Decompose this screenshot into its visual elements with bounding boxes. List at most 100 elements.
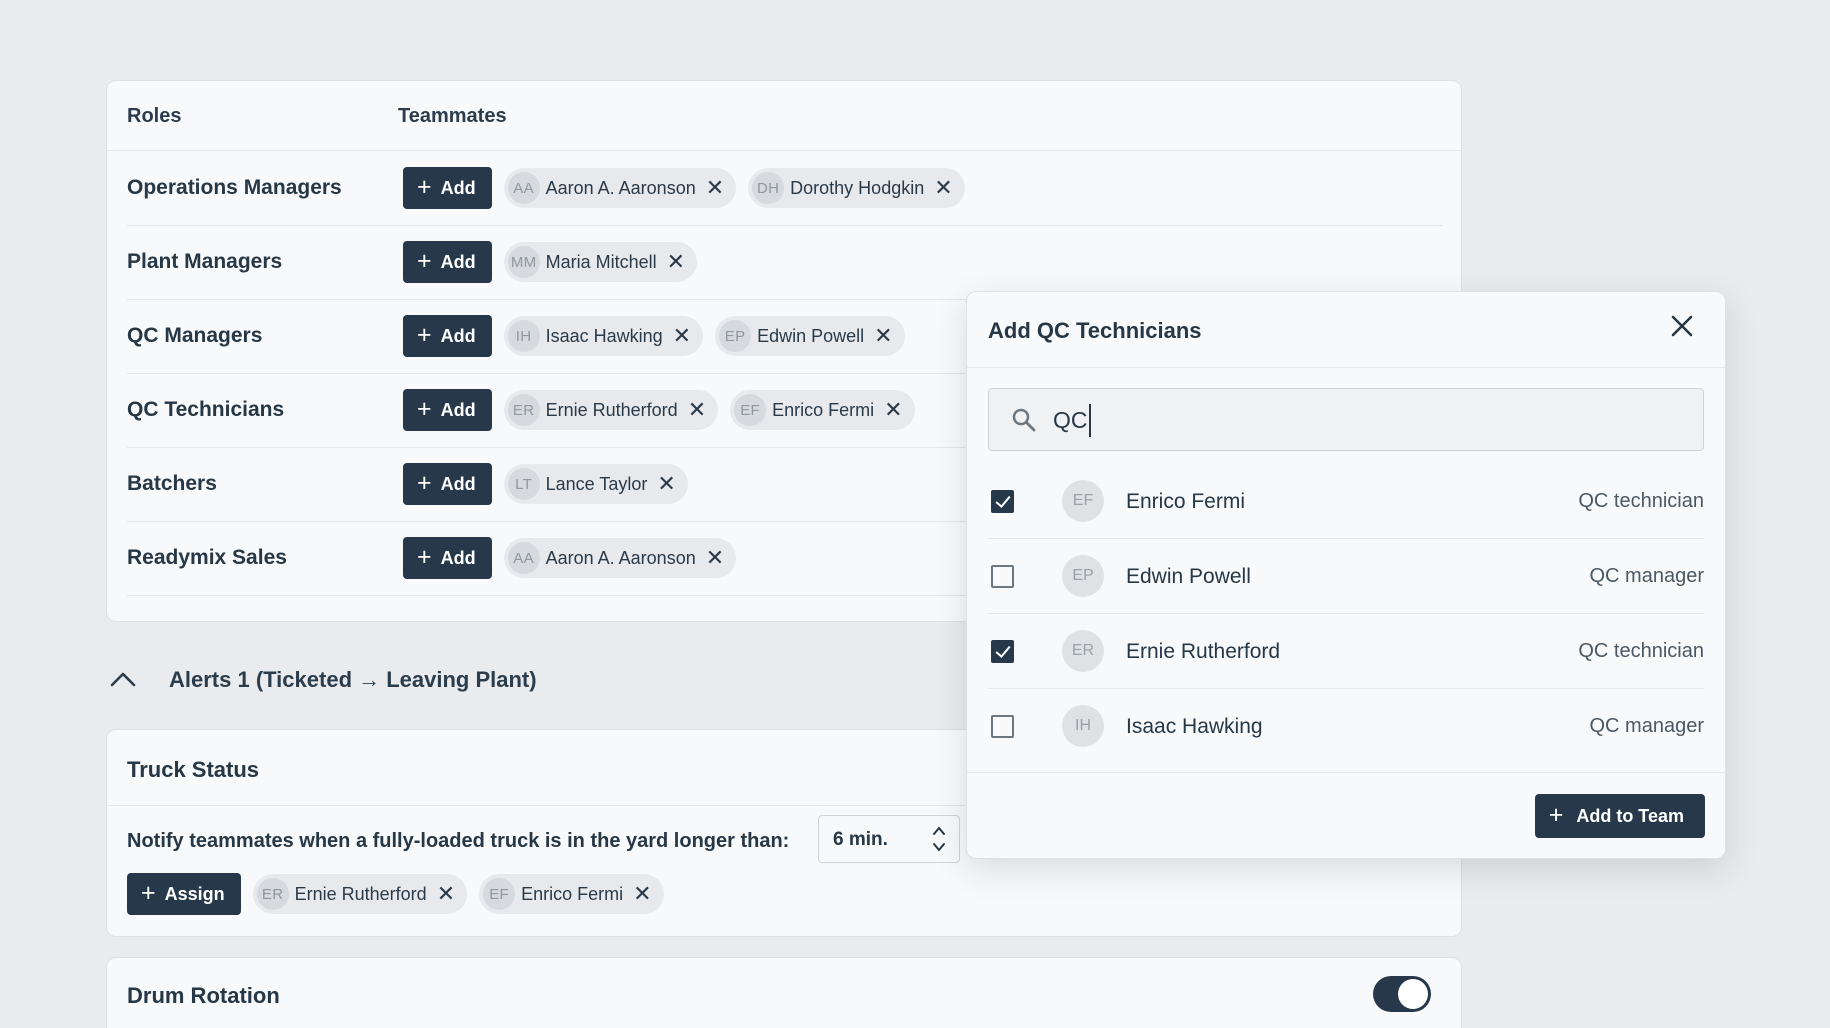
teammate-chip: AA Aaron A. Aaronson ✕ [503, 538, 737, 578]
add-button-label: Add [440, 325, 476, 346]
role-name: Readymix Sales [127, 546, 287, 569]
teammate-chip: ER Ernie Rutherford ✕ [503, 390, 719, 430]
plus-icon: + [417, 246, 432, 275]
teammate-chip: EF Enrico Fermi ✕ [730, 390, 915, 430]
teammate-name: Ernie Rutherford [545, 399, 678, 420]
teammate-name: Aaron A. Aaronson [545, 547, 696, 568]
remove-icon[interactable]: ✕ [688, 399, 706, 421]
role-teammates: + Add LT Lance Taylor ✕ [403, 463, 688, 505]
role-name: Operations Managers [127, 176, 342, 199]
minutes-value: 6 min. [833, 829, 888, 850]
avatar: IH [507, 320, 540, 352]
add-qc-technicians-modal: Add QC Technicians EF Enrico Fermi QC tech… [966, 291, 1726, 859]
option-name: Isaac Hawking [1126, 715, 1263, 738]
remove-icon[interactable]: ✕ [673, 325, 691, 347]
minutes-stepper[interactable]: 6 min. [818, 815, 960, 863]
remove-icon[interactable]: ✕ [706, 177, 724, 199]
option-name: Enrico Fermi [1126, 490, 1246, 513]
teammate-option[interactable]: ER Ernie Rutherford QC technician [988, 614, 1704, 689]
role-teammates: + Add MM Maria Mitchell ✕ [403, 241, 698, 283]
avatar: LT [507, 468, 540, 500]
remove-icon[interactable]: ✕ [706, 547, 724, 569]
assign-button-label: Assign [164, 883, 225, 904]
add-button-label: Add [440, 177, 476, 198]
avatar: ER [256, 878, 289, 910]
text-caret [1089, 404, 1091, 437]
option-checkbox[interactable] [991, 640, 1014, 663]
search-icon [1011, 407, 1037, 438]
teammate-chip: EP Edwin Powell ✕ [715, 316, 905, 356]
modal-title: Add QC Technicians [988, 318, 1202, 343]
teammate-name: Maria Mitchell [545, 251, 657, 272]
assign-button[interactable]: + Assign [127, 873, 241, 915]
teammates-column-header: Teammates [398, 105, 507, 127]
add-teammate-button[interactable]: + Add [403, 241, 492, 283]
drum-rotation-toggle[interactable] [1373, 976, 1431, 1012]
add-teammate-button[interactable]: + Add [403, 537, 492, 579]
remove-icon[interactable]: ✕ [633, 883, 651, 905]
remove-icon[interactable]: ✕ [884, 399, 902, 421]
teammate-name: Isaac Hawking [545, 325, 663, 346]
avatar: EF [1062, 480, 1104, 522]
teammate-chip: EF Enrico Fermi ✕ [479, 874, 664, 914]
remove-icon[interactable]: ✕ [874, 325, 892, 347]
role-name: Plant Managers [127, 250, 283, 273]
alerts-title: Alerts 1 (Ticketed → Leaving Plant) [169, 667, 537, 692]
teammate-name: Edwin Powell [757, 325, 865, 346]
add-button-label: Add [440, 547, 476, 568]
plus-icon: + [417, 468, 432, 497]
teammate-chip: ER Ernie Rutherford ✕ [252, 874, 468, 914]
teammate-chip: AA Aaron A. Aaronson ✕ [503, 168, 737, 208]
avatar: EF [734, 394, 767, 426]
option-role: QC manager [1589, 565, 1705, 587]
option-checkbox[interactable] [991, 715, 1014, 738]
alerts-section-header[interactable]: Alerts 1 (Ticketed → Leaving Plant) [110, 662, 537, 698]
teammate-name: Enrico Fermi [772, 399, 875, 420]
teammate-chip: DH Dorothy Hodgkin ✕ [748, 168, 965, 208]
add-teammate-button[interactable]: + Add [403, 389, 492, 431]
avatar: EF [483, 878, 516, 910]
role-teammates: + Add IH Isaac Hawking ✕ EP Edwin Powell ✕ [403, 315, 905, 357]
chevron-up-icon[interactable] [110, 667, 140, 693]
search-input[interactable] [1053, 403, 1653, 437]
role-teammates: + Add AA Aaron A. Aaronson ✕ [403, 537, 737, 579]
remove-icon[interactable]: ✕ [934, 177, 952, 199]
search-field[interactable] [988, 388, 1704, 451]
teammate-chip: LT Lance Taylor ✕ [503, 464, 688, 504]
option-name: Edwin Powell [1126, 565, 1251, 588]
plus-icon: + [417, 542, 432, 571]
stepper-arrows-icon[interactable] [932, 824, 946, 857]
plus-icon: + [417, 394, 432, 423]
teammate-name: Ernie Rutherford [294, 883, 427, 904]
plus-icon: + [141, 878, 156, 907]
remove-icon[interactable]: ✕ [657, 473, 675, 495]
add-button-label: Add [440, 251, 476, 272]
truck-status-title: Truck Status [127, 757, 260, 782]
drum-rotation-title: Drum Rotation [127, 983, 280, 1008]
plus-icon: + [417, 320, 432, 349]
add-teammate-button[interactable]: + Add [403, 463, 492, 505]
add-button-label: Add [440, 473, 476, 494]
teammate-option[interactable]: IH Isaac Hawking QC manager [988, 689, 1704, 764]
teammate-option[interactable]: EP Edwin Powell QC manager [988, 539, 1704, 614]
notify-description: Notify teammates when a fully-loaded tru… [127, 830, 790, 852]
teammate-name: Lance Taylor [545, 473, 648, 494]
plus-icon: + [1548, 800, 1564, 829]
avatar: EP [1062, 555, 1104, 597]
role-name: Batchers [127, 472, 217, 495]
remove-icon[interactable]: ✕ [667, 251, 685, 273]
add-to-team-button[interactable]: + Add to Team [1534, 794, 1705, 838]
teammate-name: Enrico Fermi [521, 883, 624, 904]
role-teammates: + Add ER Ernie Rutherford ✕ EF Enrico Fermi ✕ [403, 389, 915, 431]
roles-table-header: Roles Teammates [107, 81, 1461, 151]
option-checkbox[interactable] [991, 490, 1014, 513]
add-teammate-button[interactable]: + Add [403, 167, 492, 209]
remove-icon[interactable]: ✕ [437, 883, 455, 905]
teammate-option[interactable]: EF Enrico Fermi QC technician [988, 464, 1704, 539]
close-icon[interactable] [1671, 313, 1693, 343]
role-name: QC Technicians [127, 398, 285, 421]
option-checkbox[interactable] [991, 565, 1014, 588]
add-teammate-button[interactable]: + Add [403, 315, 492, 357]
option-role: QC manager [1589, 715, 1705, 737]
avatar: ER [507, 394, 540, 426]
